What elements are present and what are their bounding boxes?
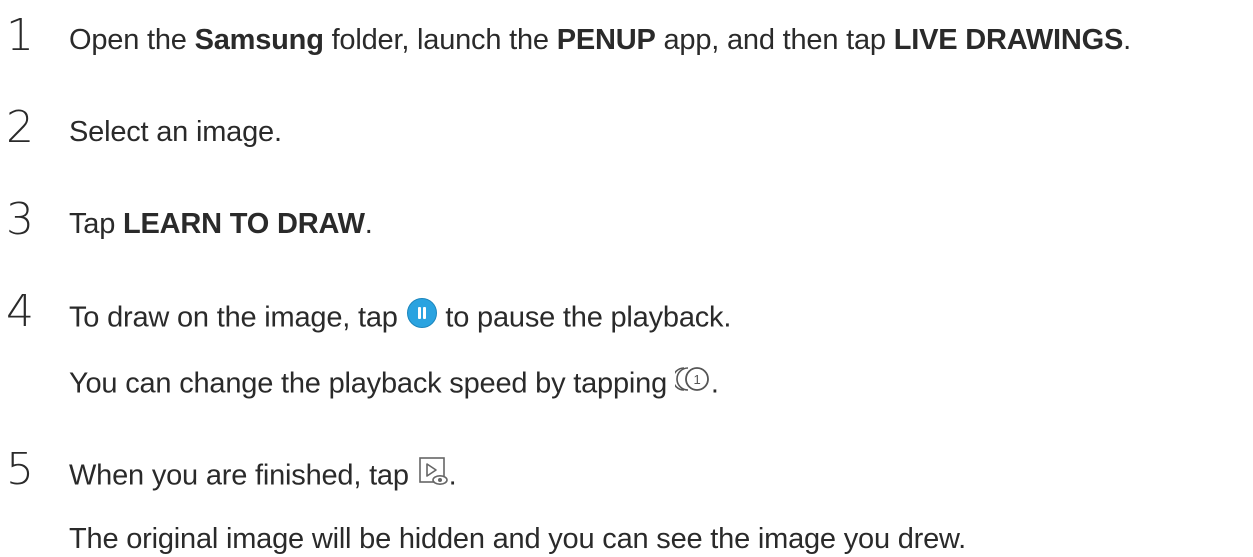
step-1-text: Open the Samsung folder, launch the PENU… (69, 23, 1131, 57)
step-5-text-part: . (448, 459, 457, 492)
step-number: 2 (6, 102, 34, 153)
step-number: 3 (6, 194, 34, 245)
view-drawing-icon (417, 455, 449, 495)
step-4-text-part: You can change the playback speed by tap… (69, 367, 675, 400)
step-4-line-2: You can change the playback speed by tap… (69, 366, 719, 404)
step-5-text-part: When you are finished, tap (69, 459, 417, 492)
live-drawings-label: LIVE DRAWINGS (893, 24, 1124, 56)
step-3-text: Tap LEARN TO DRAW. (69, 207, 373, 241)
step-3-text-part: Tap (69, 208, 124, 240)
page: { "steps": [ { "number": "1", "parts": [… (0, 0, 1253, 557)
step-1-text-part: Open the (69, 24, 195, 56)
penup-app-label: PENUP (556, 24, 656, 56)
step-number: 1 (6, 10, 34, 61)
learn-to-draw-label: LEARN TO DRAW (123, 208, 365, 240)
step-number: 5 (6, 444, 34, 495)
step-4-text-part: . (710, 367, 719, 400)
step-5-line-2: The original image will be hidden and yo… (69, 523, 967, 555)
playback-speed-icon: 1 (672, 364, 711, 402)
samsung-folder-label: Samsung (194, 24, 324, 56)
step-4-text-part: to pause the playback. (437, 301, 732, 334)
step-1-text-part: folder, launch the (323, 24, 557, 56)
pause-icon (406, 297, 438, 337)
step-number: 4 (6, 286, 34, 337)
step-1-text-part: app, and then tap (655, 24, 894, 56)
svg-text:1: 1 (693, 372, 700, 387)
step-3-text-part: . (364, 208, 373, 240)
step-4-text-part: To draw on the image, tap (69, 301, 406, 334)
step-5-line-1: When you are finished, tap . (69, 457, 457, 497)
step-1-text-part: . (1123, 24, 1131, 56)
step-2-text: Select an image. (69, 116, 282, 148)
step-4-line-1: To draw on the image, tap to pause the p… (69, 297, 732, 339)
